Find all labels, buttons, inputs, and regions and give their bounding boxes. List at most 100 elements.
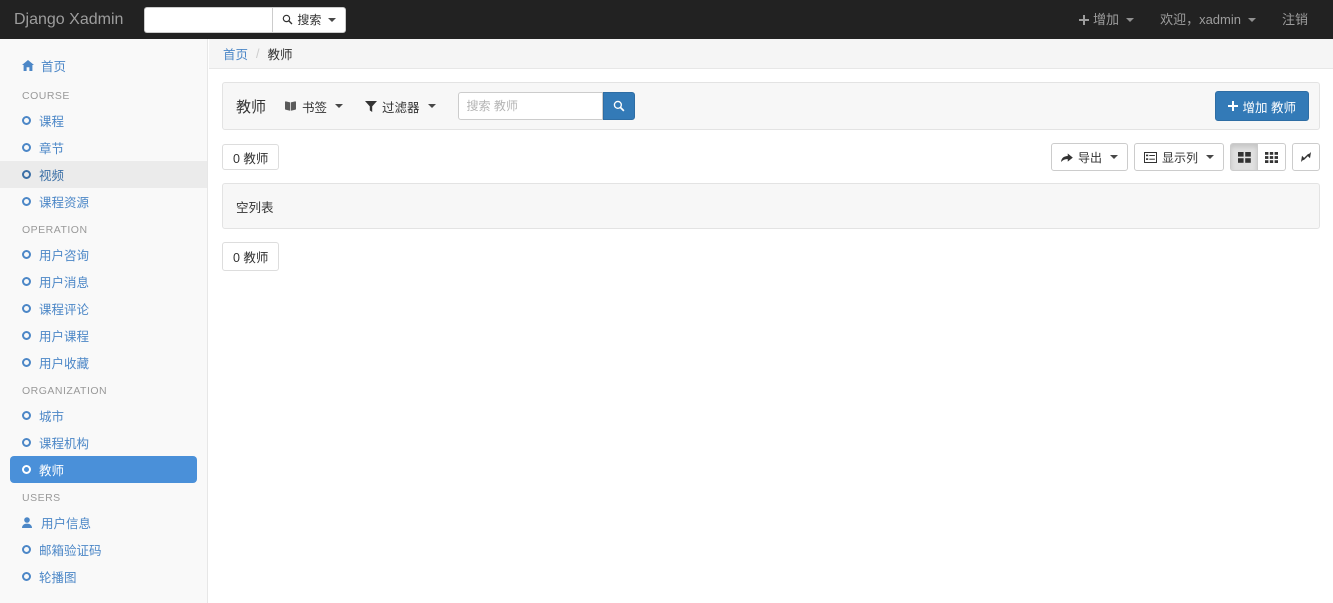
sidebar-item-2-5[interactable]: 用户收藏	[0, 349, 207, 376]
columns-label: 显示列	[1161, 150, 1198, 165]
sidebar-group-header: OPERATION	[22, 224, 88, 236]
add-teacher-label: 增加 教师	[1242, 100, 1296, 115]
sidebar-item-label: 城市	[39, 410, 65, 424]
navbar-search-button[interactable]: 搜索	[272, 6, 347, 33]
brand-logo[interactable]: Django Xadmin	[0, 0, 138, 39]
fullscreen-toggle-button[interactable]	[1292, 143, 1320, 171]
resize-full-icon	[1300, 151, 1312, 163]
sidebar-item-label: 用户信息	[41, 517, 92, 531]
sidebar-item-1-2[interactable]: 章节	[0, 134, 207, 161]
share-icon	[1060, 152, 1073, 163]
list-alt-icon	[1143, 151, 1157, 163]
circle-icon	[22, 465, 31, 474]
list-search-input[interactable]	[457, 92, 603, 120]
circle-icon	[22, 304, 31, 313]
sidebar-item-label: 课程	[39, 115, 65, 129]
home-icon	[22, 60, 34, 71]
navbar-search-group: 搜索	[144, 6, 347, 33]
sidebar-group-header: USERS	[22, 492, 61, 504]
circle-icon	[22, 170, 31, 179]
sidebar-item-label: 邮箱验证码	[39, 544, 102, 558]
sidebar-item-4-2[interactable]: 邮箱验证码	[0, 536, 207, 563]
filter-icon	[365, 100, 378, 112]
layout-toggle-group	[1230, 143, 1286, 171]
navbar-search-input[interactable]	[144, 6, 273, 33]
sidebar-item-3-1[interactable]: 城市	[0, 402, 207, 429]
circle-icon	[22, 116, 31, 125]
th-large-icon-button[interactable]	[1230, 143, 1258, 171]
chevron-down-icon	[1126, 17, 1135, 22]
circle-icon	[22, 250, 31, 259]
sidebar-item-1-1[interactable]: 课程	[0, 107, 207, 134]
navbar-right-menu: 增加 欢迎，xadmin 注销	[1066, 0, 1333, 39]
sidebar-item-3-2[interactable]: 课程机构	[0, 429, 207, 456]
chevron-down-icon	[335, 104, 344, 108]
empty-list-message: 空列表	[236, 200, 274, 215]
breadcrumb-current: 教师	[267, 48, 293, 62]
sidebar-item-label: 用户收藏	[39, 357, 90, 371]
circle-icon	[22, 197, 31, 206]
sidebar-item-1-4[interactable]: 课程资源	[0, 188, 207, 215]
columns-dropdown-button[interactable]: 显示列	[1133, 143, 1224, 171]
sidebar-item-1-3[interactable]: 视频	[0, 161, 207, 188]
bookmark-icon	[284, 100, 297, 112]
bookmark-dropdown[interactable]: 书签	[284, 97, 344, 116]
sidebar-item-4-1[interactable]: 用户信息	[0, 509, 207, 536]
th-large-icon	[1237, 151, 1251, 163]
empty-list-panel: 空列表	[222, 183, 1320, 229]
sidebar-item-label: 课程资源	[39, 196, 90, 210]
navbar-logout-link[interactable]: 注销	[1269, 0, 1321, 39]
navbar-welcome-label: 欢迎，xadmin	[1160, 12, 1241, 27]
sidebar-item-label: 章节	[39, 142, 65, 156]
filter-label: 过滤器	[382, 100, 420, 115]
top-navbar: Django Xadmin 搜索 增加 欢迎，xadmin 注销	[0, 0, 1333, 39]
content-body: 教师 书签 过滤器 搜索 教师 增加 教师 0 教师 导出 显示列 空列表 0 …	[209, 69, 1333, 271]
search-icon	[282, 14, 293, 25]
sidebar-item-label: 教师	[39, 464, 65, 478]
sidebar-item-2-1[interactable]: 用户咨询	[0, 241, 207, 268]
chevron-down-icon	[1247, 17, 1256, 22]
list-search-button[interactable]	[602, 92, 635, 120]
sidebar-item-2-3[interactable]: 课程评论	[0, 295, 207, 322]
th-icon-button[interactable]	[1258, 143, 1286, 171]
main-content: 首页 / 教师 教师 书签 过滤器 搜索 教师 增加 教师 0 教师 导出 显示…	[209, 39, 1333, 603]
sidebar-item-label: 用户课程	[39, 330, 90, 344]
result-count-badge-bottom: 0 教师	[222, 242, 280, 271]
chevron-down-icon	[1109, 155, 1118, 159]
navbar-add-label: 增加	[1093, 12, 1120, 27]
list-toolbar-panel: 教师 书签 过滤器 搜索 教师 增加 教师	[222, 82, 1320, 130]
navbar-add-menu[interactable]: 增加	[1066, 0, 1147, 39]
sidebar-item-label: 课程评论	[39, 303, 90, 317]
plus-icon	[1227, 101, 1238, 111]
sidebar-group-header: ORGANIZATION	[22, 385, 108, 397]
sidebar-item-label: 视频	[39, 169, 65, 183]
list-search-group	[457, 92, 635, 120]
add-teacher-button[interactable]: 增加 教师	[1214, 91, 1309, 121]
sidebar-item-3-3[interactable]: 教师	[10, 456, 197, 483]
page-title: 教师	[236, 98, 267, 116]
breadcrumb-separator: /	[256, 46, 260, 61]
sidebar-item-label: 课程机构	[39, 437, 90, 451]
th-icon	[1265, 151, 1278, 163]
export-dropdown-button[interactable]: 导出	[1050, 143, 1128, 171]
filter-dropdown[interactable]: 过滤器	[365, 97, 436, 116]
sidebar-item-label: 用户消息	[39, 276, 90, 290]
chevron-down-icon	[427, 104, 436, 108]
navbar-user-menu[interactable]: 欢迎，xadmin	[1147, 0, 1269, 39]
breadcrumb-home-link[interactable]: 首页	[223, 44, 248, 63]
sidebar-groups: COURSE 课程 章节 视频 课程资源 OPERATION 用户咨询 用户消息 课程评论 用户课…	[0, 81, 207, 590]
plus-icon	[1079, 14, 1090, 25]
sidebar-item-2-4[interactable]: 用户课程	[0, 322, 207, 349]
list-actions-row: 0 教师 导出 显示列	[222, 143, 1320, 171]
circle-icon	[22, 358, 31, 367]
sidebar: 首页 COURSE 课程 章节 视频 课程资源 OPERATION 用户咨询 用户消息 课程评论…	[0, 39, 208, 603]
sidebar-item-4-3[interactable]: 轮播图	[0, 563, 207, 590]
sidebar-item-label: 用户咨询	[39, 249, 90, 263]
sidebar-item-home[interactable]: 首页	[0, 52, 207, 79]
sidebar-item-home-label: 首页	[41, 60, 67, 74]
list-view-controls: 导出 显示列	[1045, 143, 1320, 171]
circle-icon	[22, 411, 31, 420]
circle-icon	[22, 277, 31, 286]
sidebar-item-2-2[interactable]: 用户消息	[0, 268, 207, 295]
search-icon	[613, 100, 625, 112]
